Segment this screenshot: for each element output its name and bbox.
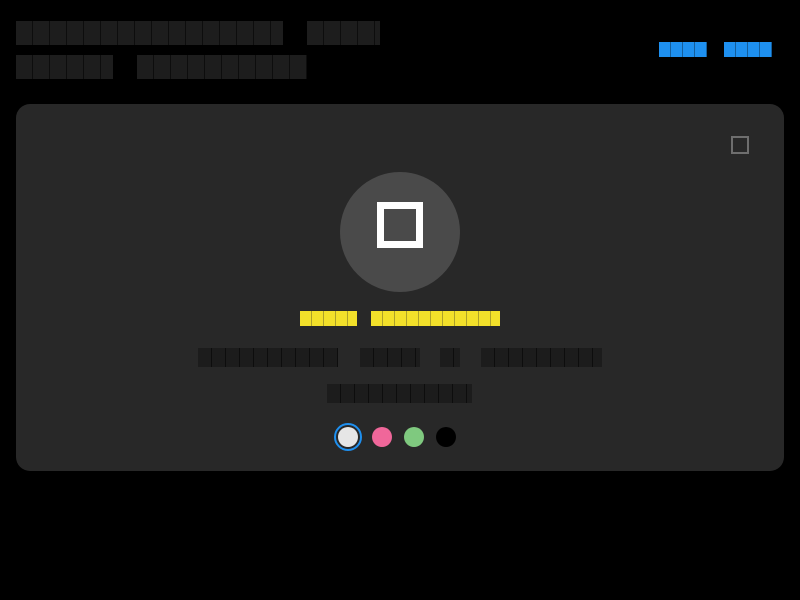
swatch-black[interactable] <box>436 427 456 447</box>
header-meta-left <box>16 55 113 79</box>
description-word-4 <box>481 348 602 367</box>
description-word-1 <box>198 348 338 367</box>
page <box>0 0 800 600</box>
description-word-2 <box>360 348 420 367</box>
page-title-suffix <box>307 21 380 45</box>
description-word-3 <box>440 348 460 367</box>
profile-card <box>16 104 784 471</box>
header-link-1[interactable] <box>659 42 707 57</box>
swatch-green[interactable] <box>404 427 424 447</box>
avatar <box>340 172 460 292</box>
swatch-light[interactable] <box>334 423 362 451</box>
highlight-word-1 <box>300 311 357 326</box>
description-line-2 <box>327 384 472 403</box>
highlight-word-2 <box>371 311 500 326</box>
swatch-pink[interactable] <box>372 427 392 447</box>
header-meta-right <box>137 55 307 79</box>
square-icon <box>377 202 423 248</box>
page-title <box>16 21 283 45</box>
header-link-2[interactable] <box>724 42 772 57</box>
close-icon[interactable] <box>731 136 749 154</box>
